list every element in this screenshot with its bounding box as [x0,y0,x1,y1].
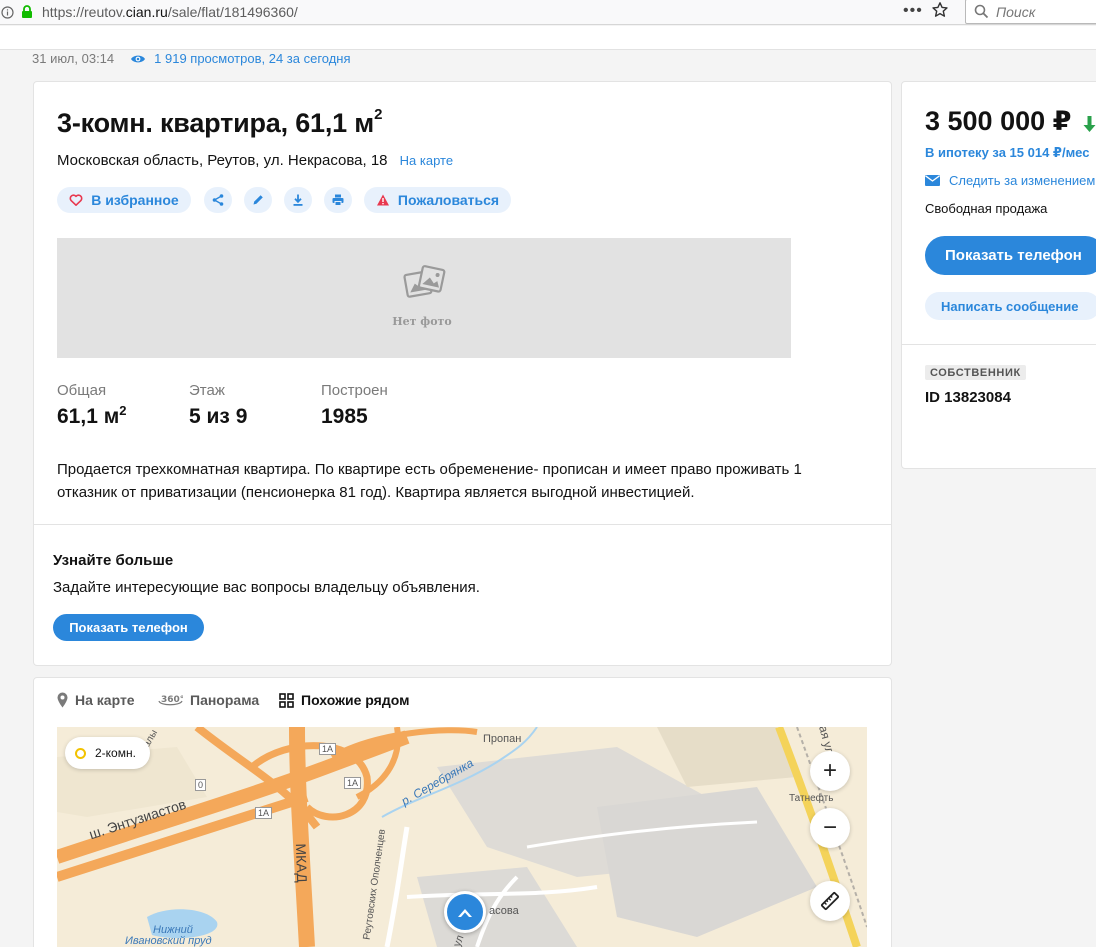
ruler-icon [821,892,839,910]
follow-label: Следить за изменением [949,173,1096,188]
views-counter[interactable]: 1 919 просмотров, 24 за сегодня [154,51,350,66]
tab-label: На карте [75,692,135,708]
tab-similar-nearby[interactable]: Похожие рядом [279,692,409,708]
download-icon [293,194,303,206]
map-label-propan: Пропан [483,733,522,745]
publish-date: 31 июл, 03:14 [32,51,115,66]
complain-button[interactable]: Пожаловаться [364,187,511,213]
grid-icon [279,692,294,708]
zoom-out-button[interactable]: − [810,808,850,848]
listing-address: Московская область, Реутов, ул. Некрасов… [57,152,453,169]
tab-map[interactable]: На карте [57,692,135,708]
zoom-in-button[interactable]: + [810,751,850,791]
tab-panorama[interactable]: 360° Панорама [158,692,259,708]
chip-label: 2-комн. [95,746,136,760]
show-phone-button[interactable]: Показать телефон [53,614,204,641]
write-message-button[interactable]: Написать сообщение [925,292,1096,320]
room-filter-chip[interactable]: 2-комн. [65,737,150,769]
map-label-mkad: МКАД [292,843,311,883]
contact-section-title: Узнайте больше [53,552,174,569]
share-button[interactable] [204,187,232,213]
info-icon[interactable] [0,5,14,19]
mortgage-link[interactable]: В ипотеку за 15 014 ₽/мес [925,145,1089,161]
heart-icon [69,194,83,206]
ruler-button[interactable] [810,881,850,921]
chip-dot-icon [75,747,86,759]
listing-title: 3-комн. квартира, 61,1 м2 [57,106,383,138]
no-photo-text: Нет фото [392,315,452,328]
favorite-label: В избранное [91,192,179,208]
edit-note-button[interactable] [244,187,272,213]
listing-description: Продается трехкомнатная квартира. По ква… [57,461,802,501]
spec-value: 61,1 м2 [57,403,127,428]
download-button[interactable] [284,187,312,213]
show-on-map-link[interactable]: На карте [400,153,453,168]
sidebar-divider [901,344,1096,345]
map-label-pond2: Ивановский пруд [125,935,212,947]
map-label-road-1a: 1А [319,743,337,755]
map-label-road-0: 0 [195,779,207,791]
share-icon [212,194,224,206]
listing-location-pin[interactable] [444,891,486,933]
address-text: Московская область, Реутов, ул. Некрасов… [57,152,388,169]
lock-icon[interactable] [20,5,34,19]
spec-value: 1985 [321,405,368,428]
spec-value: 5 из 9 [189,405,248,428]
page-actions-menu[interactable]: ••• [903,2,923,20]
map-label-tatneft: Татнефть [789,793,834,804]
listing-meta: 31 июл, 03:14 1 919 просмотров, 24 за се… [32,51,351,66]
map-label-nekrasova: асова [489,905,519,917]
spec-total-area: Общая 61,1 м2 [57,382,126,429]
header-band [0,26,1096,50]
owner-badge: СОБСТВЕННИК [925,365,1026,380]
warning-icon [376,194,389,206]
spec-label: Общая [57,382,107,399]
follow-changes-link[interactable]: Следить за изменением [925,173,1095,188]
spec-built-year: Построен 1985 [321,382,388,429]
map-view[interactable]: ш. Энтузиастов МКАД р. Серебрянка Пропан… [57,727,867,947]
add-to-favorites-button[interactable]: В избранное [57,187,191,213]
no-photo-icon [403,265,446,298]
photo-placeholder: Нет фото [57,238,791,358]
listing-id: ID 13823084 [925,389,1011,406]
tab-label: Панорама [190,692,260,708]
search-placeholder: Поиск [996,3,1036,20]
map-label-road-1a: 1А [344,777,362,789]
browser-search-field[interactable]: Поиск [965,0,1096,24]
spec-label: Построен [321,382,388,399]
contact-section-text: Задайте интересующие вас вопросы владель… [53,579,480,596]
spec-label: Этаж [189,382,225,399]
print-button[interactable] [324,187,352,213]
house-icon [458,909,472,917]
browser-toolbar: https://reutov.cian.ru/sale/flat/1814963… [0,0,1096,25]
eye-icon [131,55,146,62]
location-pin-icon [57,692,68,708]
tab-label: Похожие рядом [301,692,410,708]
spec-floor: Этаж 5 из 9 [189,382,247,429]
price: 3 500 000 ₽ [925,106,1072,136]
complain-label: Пожаловаться [397,192,500,208]
address-bar-url[interactable]: https://reutov.cian.ru/sale/flat/1814963… [42,4,298,20]
printer-icon [332,194,344,206]
map-label-road-1a: 1А [255,807,273,819]
price-card [901,81,1096,469]
bookmark-star-icon[interactable] [931,1,949,19]
show-phone-button-primary[interactable]: Показать телефон [925,236,1096,275]
envelope-icon [925,175,940,186]
sale-type: Свободная продажа [925,201,1048,216]
price-down-arrow-icon[interactable] [1083,116,1096,132]
pencil-icon [253,195,263,205]
panorama-360-icon: 360° [158,695,183,706]
search-icon [974,4,989,19]
section-divider [33,524,891,525]
